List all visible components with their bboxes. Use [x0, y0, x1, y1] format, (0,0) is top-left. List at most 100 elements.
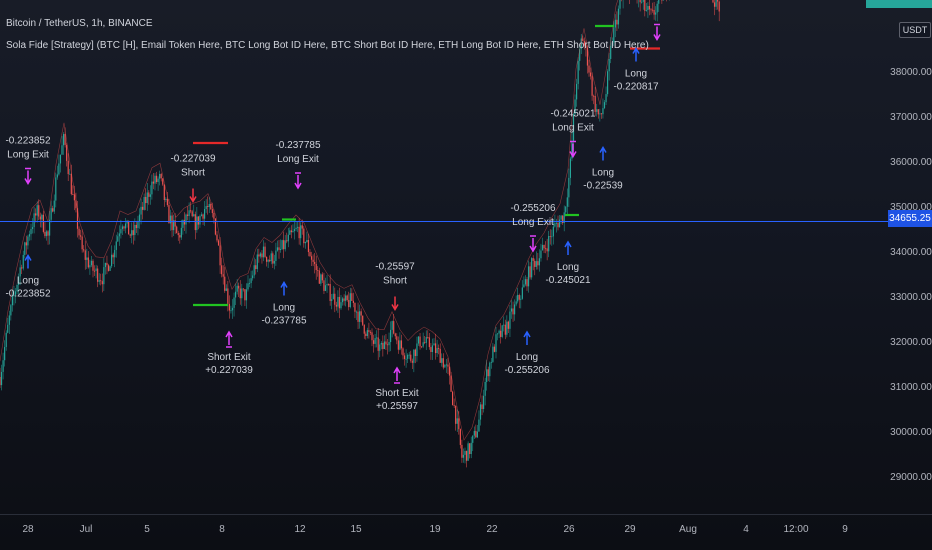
- candle-body: [78, 228, 80, 236]
- candle-body: [366, 330, 368, 337]
- candle-body: [424, 342, 426, 344]
- candle-body: [256, 254, 258, 270]
- candle-body: [228, 303, 230, 311]
- candle-body: [517, 294, 519, 302]
- candle-body: [476, 431, 478, 438]
- candle-body: [132, 230, 134, 236]
- candle-body: [138, 214, 141, 222]
- candle-body: [514, 304, 516, 315]
- candle-body: [7, 324, 9, 333]
- candle-body: [467, 443, 469, 461]
- candle-body: [211, 209, 213, 214]
- price-chart[interactable]: Long -0.223852 -0.223852 Long Exit -0.227039…: [0, 0, 932, 550]
- x-tick-label: 19: [429, 524, 441, 535]
- candle-body: [484, 381, 486, 396]
- candle-body: [159, 173, 161, 179]
- candle-body: [529, 266, 531, 278]
- plot-area: [0, 0, 720, 468]
- candle-body: [566, 197, 568, 207]
- candle-body: [345, 295, 347, 301]
- strategy-legend[interactable]: Sola Fide [Strategy] (BTC [H], Email Tok…: [6, 40, 649, 51]
- candle-body: [261, 253, 263, 258]
- candle-body: [49, 219, 51, 236]
- candle-body: [166, 198, 168, 206]
- candle-body: [524, 279, 527, 285]
- candle-body: [47, 231, 49, 236]
- candle-body: [121, 226, 124, 230]
- candle-body: [650, 9, 652, 11]
- candle-body: [196, 216, 198, 231]
- candle-body: [183, 219, 186, 225]
- candle-body: [295, 227, 297, 230]
- candle-body: [25, 242, 27, 246]
- x-tick-label: 8: [219, 524, 225, 535]
- signal-arrow-exit-11: [569, 143, 577, 158]
- candle-body: [410, 354, 412, 361]
- candle-body: [490, 361, 492, 363]
- candle-body: [386, 344, 389, 346]
- candle-body: [455, 405, 457, 424]
- currency-badge[interactable]: USDT: [899, 22, 931, 38]
- candle-body: [405, 358, 407, 360]
- signal-text-above-1: -0.223852: [5, 136, 50, 147]
- candle-body: [309, 252, 311, 257]
- signal-arrow-long-8: [523, 330, 531, 345]
- candle-body: [154, 175, 156, 184]
- candle-body: [258, 254, 260, 257]
- x-tick-label: 22: [486, 524, 498, 535]
- candle-body: [541, 244, 544, 251]
- signal-text-below-2: +0.25597: [376, 401, 418, 412]
- candle-body: [253, 265, 255, 276]
- candle-body: [50, 208, 52, 220]
- candle-body: [403, 355, 406, 360]
- candle-body: [93, 270, 96, 272]
- candle-body: [247, 283, 249, 290]
- candle-body: [551, 236, 553, 238]
- candle-body: [289, 230, 291, 235]
- candle-body: [656, 3, 658, 13]
- candle-body: [588, 65, 590, 73]
- candle-body: [208, 203, 210, 208]
- candle-body: [341, 298, 344, 303]
- candle-body: [61, 145, 63, 155]
- candle-body: [171, 215, 173, 231]
- candle-body: [558, 219, 561, 228]
- candle-body: [408, 354, 410, 356]
- candle-body: [39, 216, 41, 220]
- candle-body: [269, 259, 271, 262]
- signal-text-below-2: -0.245021: [545, 275, 590, 286]
- candle-body: [279, 248, 282, 250]
- candle-body: [179, 235, 181, 238]
- signal-arrow-exit-7: [393, 366, 401, 381]
- candle-body: [210, 203, 212, 210]
- candle-body: [607, 71, 609, 95]
- candle-body: [334, 293, 336, 305]
- signal-text-above-2: Long Exit: [7, 150, 49, 161]
- candle-body: [371, 332, 373, 341]
- candle-body: [10, 305, 12, 316]
- candle-body: [101, 281, 103, 285]
- candle-body: [602, 108, 604, 115]
- candle-body: [140, 206, 142, 215]
- candle-body: [413, 349, 415, 363]
- symbol-title[interactable]: Bitcoin / TetherUS, 1h, BINANCE: [6, 18, 153, 29]
- candle-body: [534, 260, 536, 267]
- signal-text-above-2: Long Exit: [512, 217, 554, 228]
- candle-body: [163, 184, 165, 201]
- candle-body: [504, 324, 506, 335]
- candle-body: [273, 260, 275, 264]
- candle-body: [177, 232, 179, 236]
- candle-body: [603, 102, 606, 109]
- candle-body: [56, 174, 58, 178]
- candle-body: [645, 10, 647, 11]
- signal-text-below-2: -0.223852: [5, 289, 50, 300]
- candle-body: [2, 360, 4, 372]
- y-tick-label: 31000.00: [890, 382, 932, 393]
- candle-body: [231, 307, 234, 311]
- candle-body: [0, 377, 1, 386]
- candle-body: [22, 254, 24, 269]
- candle-body: [31, 227, 34, 229]
- x-tick-label: 12:00: [783, 524, 808, 535]
- candle-body: [394, 333, 396, 337]
- candle-body: [510, 308, 513, 312]
